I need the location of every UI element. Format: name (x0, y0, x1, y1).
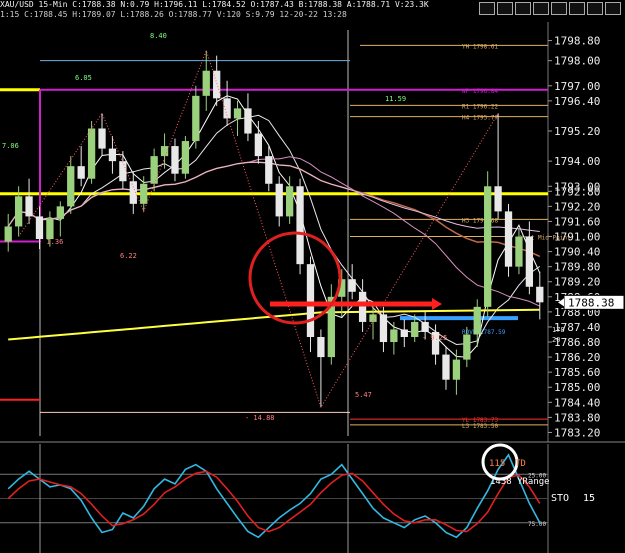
candle-body (285, 186, 294, 217)
candle-body (452, 359, 461, 380)
price-tick-label-4: 1795.20 (554, 125, 600, 138)
price-tick-label-10: 1791.00 (554, 231, 600, 244)
level-label-1: WP 1796.84 (462, 88, 499, 95)
candle-body (442, 354, 450, 380)
candle-body (244, 108, 252, 134)
price-tick-label-22: 1783.80 (554, 411, 600, 424)
candle-28 (296, 178, 304, 275)
price-panel-bg (0, 22, 625, 442)
candle-body (473, 306, 481, 335)
candle-body (108, 148, 117, 162)
candle-body (202, 70, 210, 96)
annotation-4: 6.22 (120, 252, 137, 260)
stoch-tick-75: 75.00 (528, 521, 546, 528)
annotation-3: 11.59 (385, 95, 406, 103)
candle-body (390, 329, 398, 343)
candle-body (348, 279, 356, 292)
price-tick-label-5: 1794.00 (554, 155, 600, 168)
candle-body (98, 128, 106, 149)
price-tick-label-8: 1792.20 (554, 200, 600, 213)
candle-body (87, 128, 96, 179)
candle-17 (181, 136, 190, 179)
price-chart: YH 1798.61 WP 1796.84 R1 1796.22 H4 1795.77… (0, 22, 625, 553)
candle-body (358, 291, 367, 322)
candle-46 (484, 171, 492, 317)
candle-body (160, 146, 169, 157)
annotation-5: - 14.88 (245, 414, 275, 422)
annotation-7: - 9.25 (422, 334, 447, 342)
stoch-text-1: TD (515, 459, 526, 469)
candle-body (181, 141, 190, 174)
candle-body (421, 321, 429, 332)
annotation-8: - 1.36 (38, 238, 63, 246)
candle-body (265, 156, 273, 184)
level-label-9: YL 1783.73 (462, 417, 499, 424)
candle-body (119, 161, 127, 182)
price-tick-label-7: 1792.80 (554, 185, 600, 198)
candle-body (379, 314, 388, 343)
price-tick-label-12: 1789.80 (554, 261, 600, 274)
price-tick-label-19: 1785.60 (554, 366, 600, 379)
candle-body (515, 236, 523, 267)
level-label-0: YH 1798.61 (462, 43, 499, 50)
candle-body (25, 196, 33, 217)
stoch-text-2: 1438 YRange (490, 477, 550, 487)
stoch-text-4: 15 (583, 493, 595, 504)
candle-body (233, 108, 242, 119)
candle-body (254, 133, 263, 157)
candle-body (536, 286, 544, 303)
candle-body (504, 211, 513, 267)
candle-body (46, 218, 54, 240)
price-tick-label-11: 1790.40 (554, 246, 600, 259)
price-tick-label-9: 1791.60 (554, 215, 600, 228)
candle-body (77, 166, 85, 179)
annotation-0: 8.40 (150, 32, 167, 40)
level-label-5: H3 1791.68 (462, 217, 499, 224)
candle-body (140, 183, 148, 204)
price-tick-label-16: 1787.40 (554, 321, 600, 334)
price-tick-label-23: 1783.20 (554, 426, 600, 439)
candle-body (463, 334, 471, 360)
candle-body (192, 95, 200, 142)
price-tick-label-2: 1797.00 (554, 80, 600, 93)
price-tick-label-1: 1798.00 (554, 55, 600, 68)
stoch-text-0: 115 (489, 459, 505, 469)
candle-body (4, 226, 12, 242)
candle-body (67, 166, 75, 207)
price-tick-label-17: 1786.80 (554, 336, 600, 349)
level-label-3: H4 1795.77 (462, 115, 499, 122)
candle-body (275, 183, 283, 217)
price-tick-label-20: 1785.00 (554, 381, 600, 394)
price-tick-label-13: 1789.20 (554, 276, 600, 289)
price-tick-label-21: 1784.40 (554, 396, 600, 409)
annotation-1: 6.05 (75, 74, 92, 82)
candle-body (14, 196, 23, 227)
annotation-6: 5.47 (355, 391, 372, 399)
price-tick-label-0: 1798.80 (554, 35, 600, 48)
candle-48 (504, 203, 513, 277)
candle-body (484, 186, 492, 307)
candle-body (56, 206, 64, 219)
stoch-text-3: STO (551, 493, 569, 504)
candle-body (35, 216, 44, 240)
price-tick-label-3: 1796.40 (554, 95, 600, 108)
candle-body (306, 264, 315, 337)
candle-8 (87, 120, 96, 184)
price-tick-label-18: 1786.20 (554, 351, 600, 364)
candle-body (525, 236, 534, 287)
candle-body (494, 186, 502, 212)
candle-body (150, 156, 158, 184)
candle-body (400, 329, 408, 337)
candle-body (411, 321, 419, 337)
candle-body (317, 337, 325, 358)
candle-body (296, 186, 304, 265)
level-label-2: R1 1796.22 (462, 103, 499, 110)
last-price-label: 1788.38 (568, 296, 614, 309)
annotation-2: 7.06 (2, 142, 19, 150)
candle-body (171, 146, 179, 174)
